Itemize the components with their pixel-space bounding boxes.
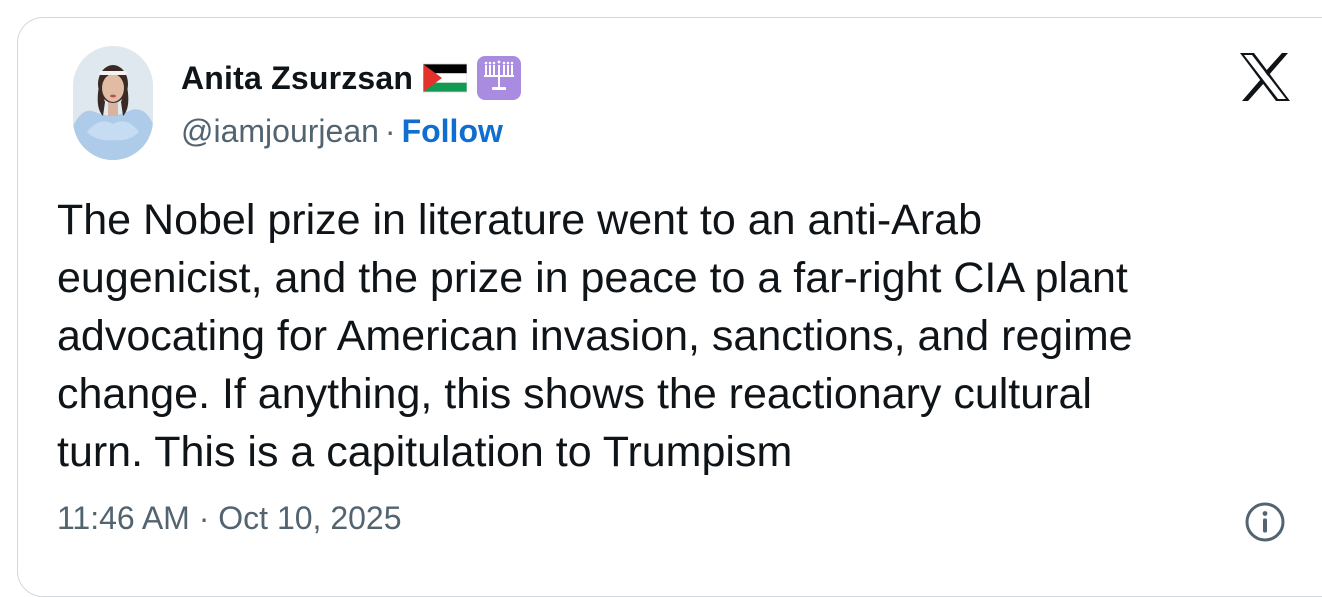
author-handle[interactable]: @iamjourjean — [181, 113, 379, 150]
info-icon[interactable] — [1243, 500, 1287, 544]
author-name-row: Anita Zsurzsan — [181, 56, 522, 100]
author-handle-row: @iamjourjean · Follow — [181, 110, 503, 152]
handle-separator: · — [384, 112, 396, 149]
menorah-icon — [477, 56, 522, 100]
tweet-timestamp[interactable]: 11:46 AM · Oct 10, 2025 — [57, 500, 402, 537]
x-logo-icon[interactable] — [1238, 52, 1292, 102]
follow-button[interactable]: Follow — [402, 113, 503, 150]
avatar-photo — [73, 46, 153, 160]
avatar[interactable] — [73, 46, 153, 160]
tweet-text: The Nobel prize in literature went to an… — [57, 196, 1133, 476]
author-display-name[interactable]: Anita Zsurzsan — [181, 60, 413, 97]
palestine-flag-icon — [422, 62, 468, 94]
